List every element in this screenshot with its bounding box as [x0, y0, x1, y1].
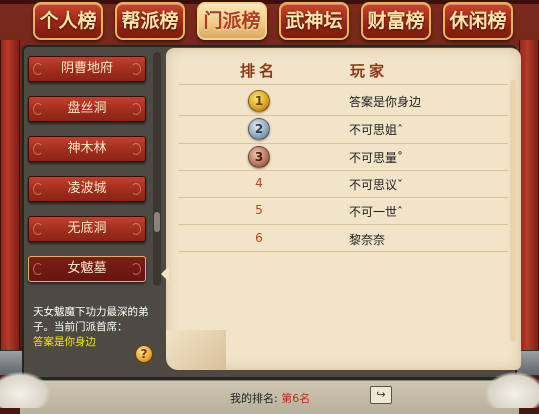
tab-wealth[interactable]: 财富榜	[361, 2, 431, 40]
sect-item-shenmu[interactable]: 神木林	[28, 136, 146, 162]
row-divider	[178, 197, 508, 198]
silver-medal-icon: 2	[248, 118, 270, 140]
player-name[interactable]: 不可思量˚	[349, 149, 403, 166]
cloud-ornament-icon	[131, 183, 141, 195]
cloud-ornament-icon	[131, 103, 141, 115]
sect-item-nvba[interactable]: 女魃墓	[28, 256, 146, 282]
player-name[interactable]: 不可思议ˇ	[349, 176, 403, 193]
row-divider	[178, 170, 508, 171]
paper-curl	[166, 330, 226, 370]
cloud-ornament-icon	[131, 223, 141, 235]
rank-number: 5	[255, 203, 263, 217]
tab-leisure[interactable]: 休闲榜	[443, 2, 513, 40]
sect-leader-name: 答案是你身边	[33, 336, 96, 348]
my-rank: 我的排名: 第6名	[230, 390, 310, 406]
gold-medal-icon: 1	[248, 90, 270, 112]
sect-item-pansi[interactable]: 盘丝洞	[28, 96, 146, 122]
bronze-medal-icon: 3	[248, 146, 270, 168]
cloud-ornament-icon	[33, 183, 43, 195]
selection-pointer	[161, 266, 169, 282]
player-name[interactable]: 不可思姐ˆ	[349, 121, 403, 138]
header-divider	[178, 84, 508, 85]
left-pillar	[0, 40, 20, 370]
player-name[interactable]: 不可一世ˆ	[349, 203, 403, 220]
sect-description-text: 天女魃魔下功力最深的弟子。当前门派首席：	[33, 306, 149, 333]
row-divider	[178, 251, 508, 252]
cloud-ornament-icon	[131, 143, 141, 155]
sect-list-scrollbar[interactable]	[153, 52, 161, 286]
sect-item-yincao[interactable]: 阴曹地府	[28, 56, 146, 82]
tab-sect[interactable]: 门派榜	[197, 2, 267, 40]
cloud-ornament-icon	[33, 223, 43, 235]
my-rank-value: 第6名	[281, 392, 311, 405]
row-divider	[178, 143, 508, 144]
cloud-ornament-icon	[33, 143, 43, 155]
sect-item-label: 神木林	[67, 141, 107, 156]
cloud-ornament-icon	[33, 103, 43, 115]
sect-item-label: 凌波城	[67, 181, 107, 196]
cloud-ornament-icon	[33, 263, 43, 275]
rank-number: 6	[255, 231, 263, 245]
player-name[interactable]: 黎奈奈	[349, 231, 385, 248]
sect-item-label: 无底洞	[67, 221, 107, 236]
header-player: 玩家	[350, 62, 389, 80]
cloud-decoration	[485, 372, 539, 408]
tab-martial-god[interactable]: 武神坛	[279, 2, 349, 40]
help-icon[interactable]: ?	[135, 345, 153, 363]
cloud-decoration	[0, 372, 50, 408]
sect-list-scroll-thumb[interactable]	[154, 212, 160, 232]
header-rank: 排名	[240, 62, 279, 80]
sect-description: 天女魃魔下功力最深的弟子。当前门派首席： 答案是你身边	[33, 305, 161, 350]
sect-item-lingbo[interactable]: 凌波城	[28, 176, 146, 202]
rank-number: 4	[255, 176, 263, 190]
sect-item-wudi[interactable]: 无底洞	[28, 216, 146, 242]
cloud-ornament-icon	[131, 63, 141, 75]
ranking-tabs: 个人榜 帮派榜 门派榜 武神坛 财富榜 休闲榜	[0, 0, 539, 48]
tab-gang[interactable]: 帮派榜	[115, 2, 185, 40]
right-pillar	[519, 40, 539, 370]
row-divider	[178, 115, 508, 116]
my-rank-label: 我的排名:	[230, 392, 278, 405]
sect-item-label: 盘丝洞	[67, 101, 107, 116]
ranking-scrollbar[interactable]	[510, 80, 516, 342]
row-divider	[178, 224, 508, 225]
sect-list: 阴曹地府 盘丝洞 神木林 凌波城 无底洞 女魃墓	[28, 52, 158, 292]
player-name[interactable]: 答案是你身边	[349, 93, 421, 110]
sect-item-label: 阴曹地府	[60, 61, 113, 76]
tab-personal[interactable]: 个人榜	[33, 2, 103, 40]
cloud-ornament-icon	[33, 63, 43, 75]
sect-item-label: 女魃墓	[67, 261, 107, 276]
cloud-ornament-icon	[131, 263, 141, 275]
share-icon[interactable]: ↪	[370, 386, 392, 404]
ranking-paper	[166, 48, 521, 370]
